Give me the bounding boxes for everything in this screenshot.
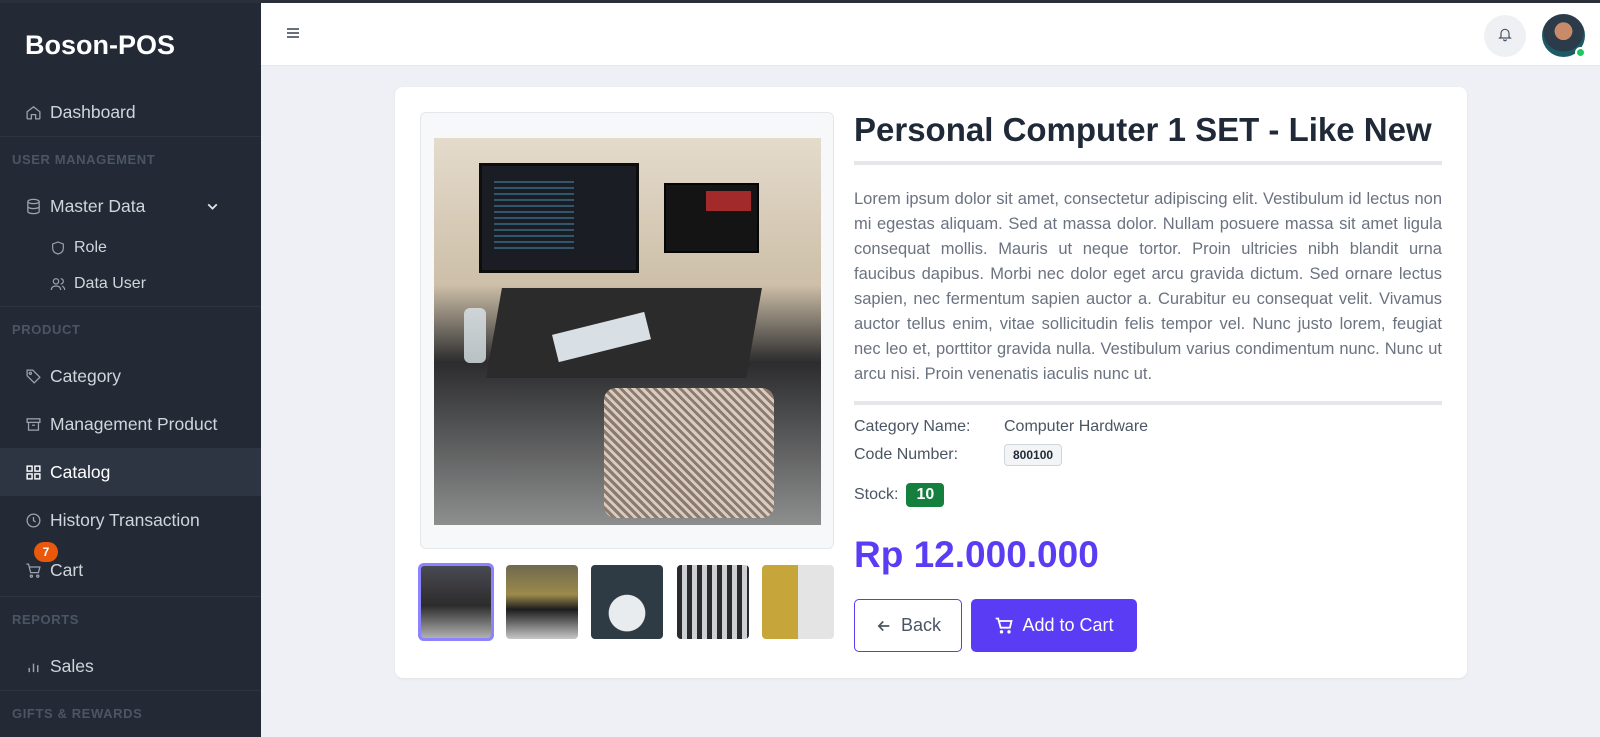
category-label: Category Name: (854, 418, 971, 435)
cart-plus-icon (994, 616, 1014, 636)
product-main-image[interactable] (434, 138, 821, 525)
sidebar: Boson-POS Dashboard USER MANAGEMENT Mast… (0, 0, 261, 737)
sidebar-item-master-data[interactable]: Master Data (0, 182, 261, 230)
thumbnail-2[interactable] (505, 565, 578, 639)
sidebar-item-label: Role (74, 239, 107, 256)
thumbnail-1[interactable] (418, 563, 494, 641)
top-header (261, 3, 1600, 66)
image-laptop (664, 183, 759, 253)
sidebar-item-cart[interactable]: 7 Cart (0, 542, 261, 596)
sidebar-item-role[interactable]: Role (0, 230, 261, 266)
code-badge: 800100 (1004, 444, 1063, 466)
grid-icon (25, 464, 42, 481)
sidebar-item-label: Dashboard (50, 101, 136, 122)
product-description: Lorem ipsum dolor sit amet, consectetur … (854, 190, 1442, 383)
tag-icon (25, 368, 42, 385)
notification-button[interactable] (1484, 15, 1526, 57)
product-detail-card: Personal Computer 1 SET - Like New Lorem… (395, 87, 1467, 678)
sidebar-item-label: Category (50, 365, 122, 386)
sidebar-item-data-user[interactable]: Data User (0, 266, 261, 302)
image-bottle (464, 308, 486, 363)
sidebar-item-label: Cart (50, 559, 84, 580)
code-row: Code Number: 800100 (854, 444, 1063, 466)
section-gifts-rewards: GIFTS & REWARDS (0, 690, 261, 736)
home-icon (25, 104, 42, 121)
sidebar-item-label: Management Product (50, 413, 218, 434)
product-price: Rp 12.000.000 (854, 534, 1099, 575)
brand-logo[interactable]: Boson-POS (25, 30, 175, 61)
sidebar-item-sales[interactable]: Sales (0, 642, 261, 690)
code-label: Code Number: (854, 446, 959, 463)
thumbnail-5[interactable] (762, 565, 834, 639)
section-user-management: USER MANAGEMENT (0, 136, 261, 182)
category-value: Computer Hardware (1004, 418, 1149, 435)
arrow-left-icon (875, 617, 893, 635)
chevron-down-icon (204, 198, 221, 215)
bar-chart-icon (25, 658, 42, 675)
sidebar-item-label: Data User (74, 275, 147, 292)
cart-icon (25, 562, 42, 579)
database-icon (25, 198, 42, 215)
stock-row: Stock: 10 (854, 483, 945, 507)
sidebar-item-label: History Transaction (50, 509, 200, 530)
divider-bottom (854, 401, 1442, 405)
shield-icon (50, 240, 66, 256)
sidebar-item-management-product[interactable]: Management Product (0, 400, 261, 448)
bell-icon (1497, 26, 1513, 47)
sidebar-item-dashboard[interactable]: Dashboard (0, 88, 261, 136)
sidebar-nav: Dashboard USER MANAGEMENT Master Data Ro… (0, 88, 261, 736)
cart-count-badge: 7 (34, 542, 58, 562)
add-to-cart-button[interactable]: Add to Cart (971, 599, 1137, 652)
sidebar-item-catalog[interactable]: Catalog (0, 448, 261, 496)
section-reports: REPORTS (0, 596, 261, 642)
users-icon (50, 276, 66, 292)
image-monitor (479, 163, 639, 273)
sidebar-item-label: Master Data (50, 195, 146, 216)
thumbnail-strip (418, 563, 834, 641)
sidebar-item-label: Sales (50, 655, 94, 676)
hamburger-menu-icon[interactable] (285, 25, 301, 41)
thumbnail-3[interactable] (591, 565, 663, 639)
sidebar-item-history-transaction[interactable]: History Transaction (0, 496, 261, 544)
stock-label: Stock: (854, 486, 899, 503)
section-product: PRODUCT (0, 306, 261, 352)
back-button-label: Back (900, 615, 942, 635)
top-accent-line (0, 0, 1600, 3)
category-row: Category Name: Computer Hardware (854, 418, 1148, 436)
main-image-frame (420, 112, 834, 549)
image-chair (604, 388, 774, 518)
thumbnail-4[interactable] (676, 565, 749, 639)
back-button[interactable]: Back (854, 599, 962, 652)
divider-top (854, 161, 1442, 165)
add-to-cart-label: Add to Cart (1022, 615, 1114, 635)
archive-icon (25, 416, 42, 433)
product-title: Personal Computer 1 SET - Like New (854, 111, 1432, 148)
online-status-dot (1575, 47, 1586, 58)
sidebar-item-label: Catalog (50, 461, 111, 482)
clock-icon (25, 512, 42, 529)
sidebar-item-category[interactable]: Category (0, 352, 261, 400)
stock-badge: 10 (906, 483, 945, 507)
